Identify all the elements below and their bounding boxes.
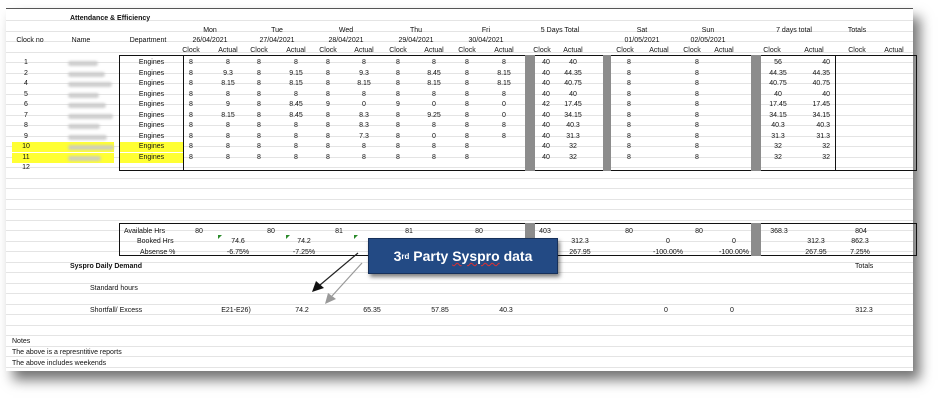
summary-border — [916, 223, 917, 255]
callout-arrows — [312, 252, 363, 304]
spreadsheet-sheet: Attendance & Efficiency Clock no Name Depar… — [6, 8, 917, 371]
table-border — [916, 55, 917, 170]
arrow-line-grey — [331, 262, 363, 297]
arrow-line-dark — [319, 252, 359, 286]
arrow-head-grey — [325, 293, 336, 304]
